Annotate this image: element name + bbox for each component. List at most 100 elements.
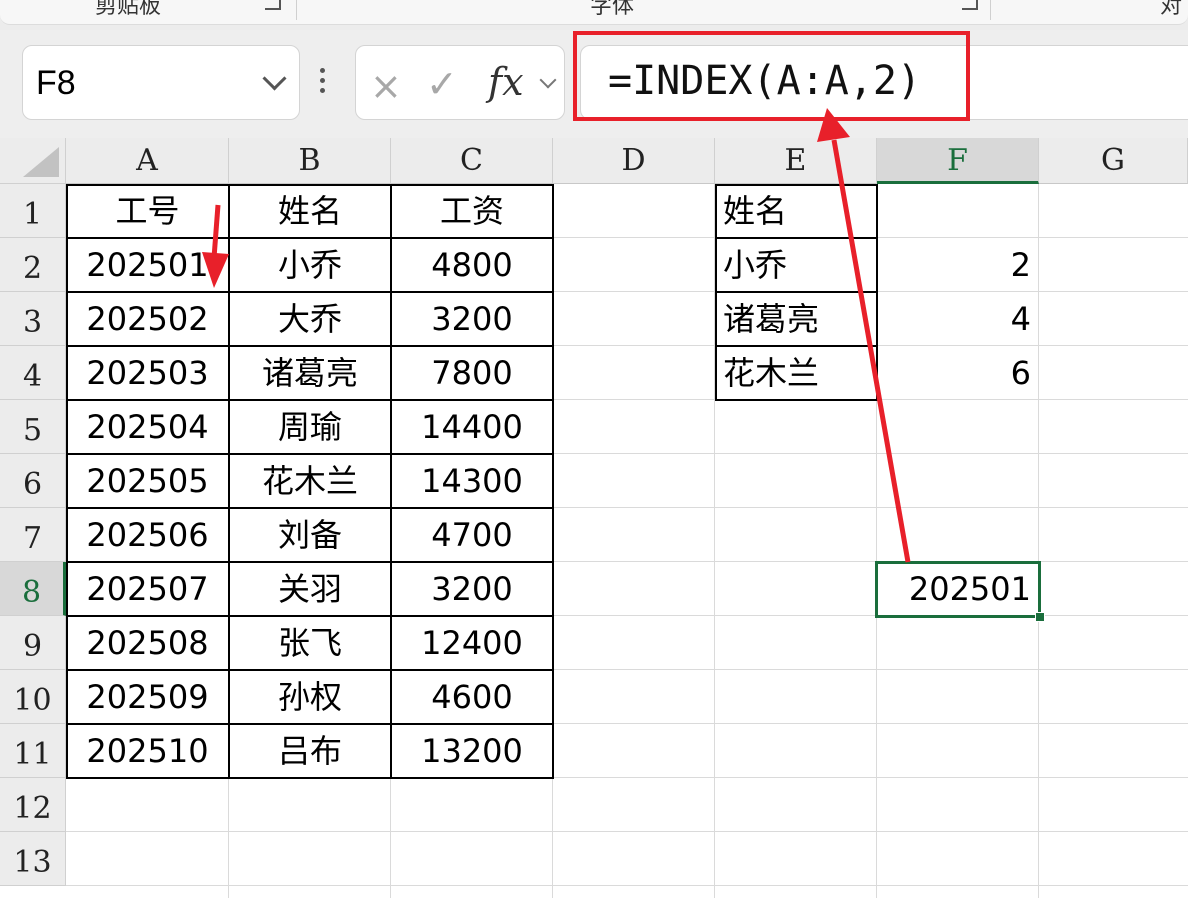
row-header-6[interactable]: 6 [0, 454, 66, 508]
ribbon-group-clipboard[interactable]: 剪贴板 [95, 0, 161, 20]
row-header-7[interactable]: 7 [0, 508, 66, 562]
clipboard-launcher-icon[interactable] [265, 0, 281, 10]
table-border [66, 345, 554, 347]
table-border [66, 399, 554, 401]
cell-a9[interactable]: 202508 [66, 616, 229, 670]
cell-c9[interactable]: 12400 [391, 616, 553, 670]
column-header-c[interactable]: C [391, 138, 553, 184]
ribbon-separator [990, 0, 991, 20]
cell-c1[interactable]: 工资 [391, 184, 553, 238]
table-border [66, 723, 554, 725]
table-border [66, 291, 554, 293]
column-header-a[interactable]: A [66, 138, 229, 184]
cell-c2[interactable]: 4800 [391, 238, 553, 292]
enter-icon[interactable]: ✓ [426, 62, 458, 106]
row-header-13[interactable]: 13 [0, 832, 66, 886]
drag-handle-icon[interactable] [320, 66, 326, 96]
gridline [66, 885, 1188, 886]
row-header-4[interactable]: 4 [0, 346, 66, 400]
formula-controls: × ✓ fx [355, 45, 565, 120]
cancel-icon[interactable]: × [370, 64, 402, 108]
select-all-button[interactable] [0, 138, 66, 184]
cell-b3[interactable]: 大乔 [229, 292, 391, 346]
cell-c4[interactable]: 7800 [391, 346, 553, 400]
cell-f4[interactable]: 6 [877, 346, 1039, 400]
row-header-10[interactable]: 10 [0, 670, 66, 724]
cell-a11[interactable]: 202510 [66, 724, 229, 778]
chevron-down-icon[interactable] [262, 66, 287, 91]
formula-highlight-box [573, 31, 970, 121]
lookup-table-border [715, 291, 878, 293]
row-header-11[interactable]: 11 [0, 724, 66, 778]
ribbon-separator [296, 0, 297, 20]
cell-a5[interactable]: 202504 [66, 400, 229, 454]
name-box[interactable]: F8 [22, 45, 300, 120]
ribbon-panel: 剪贴板 字体 对 [0, 0, 1188, 25]
cell-b7[interactable]: 刘备 [229, 508, 391, 562]
ribbon-group-alignment[interactable]: 对 [1160, 0, 1182, 20]
active-cell-border [875, 561, 1041, 618]
column-header-g[interactable]: G [1039, 138, 1188, 184]
cell-a1[interactable]: 工号 [66, 184, 229, 238]
ribbon-group-font[interactable]: 字体 [590, 0, 634, 20]
table-border [66, 615, 554, 617]
row-header-2[interactable]: 2 [0, 238, 66, 292]
row-header-3[interactable]: 3 [0, 292, 66, 346]
table-border [390, 184, 392, 779]
cell-b2[interactable]: 小乔 [229, 238, 391, 292]
row-header-5[interactable]: 5 [0, 400, 66, 454]
table-border [66, 237, 554, 239]
table-border [66, 453, 554, 455]
cell-a4[interactable]: 202503 [66, 346, 229, 400]
cell-b11[interactable]: 吕布 [229, 724, 391, 778]
insert-function-icon[interactable]: fx [488, 60, 524, 104]
cell-e1[interactable]: 姓名 [715, 184, 877, 238]
cell-a6[interactable]: 202505 [66, 454, 229, 508]
cell-c8[interactable]: 3200 [391, 562, 553, 616]
cell-c7[interactable]: 4700 [391, 508, 553, 562]
name-box-value: F8 [36, 64, 76, 102]
fill-handle[interactable] [1035, 612, 1045, 622]
spreadsheet-grid[interactable]: A B C D E F G 1 2 3 4 5 6 7 8 9 10 11 12… [0, 138, 1188, 898]
cell-b10[interactable]: 孙权 [229, 670, 391, 724]
cell-e4[interactable]: 花木兰 [715, 346, 877, 400]
font-launcher-icon[interactable] [962, 0, 978, 10]
cell-c10[interactable]: 4600 [391, 670, 553, 724]
row-header-1[interactable]: 1 [0, 184, 66, 238]
cell-b9[interactable]: 张飞 [229, 616, 391, 670]
table-border [66, 669, 554, 671]
cell-a8[interactable]: 202507 [66, 562, 229, 616]
cell-c6[interactable]: 14300 [391, 454, 553, 508]
cell-b8[interactable]: 关羽 [229, 562, 391, 616]
ribbon: 剪贴板 字体 对 [0, 0, 1188, 30]
table-border [66, 561, 554, 563]
lookup-table-border [715, 237, 878, 239]
cell-c3[interactable]: 3200 [391, 292, 553, 346]
cell-a7[interactable]: 202506 [66, 508, 229, 562]
cell-e2[interactable]: 小乔 [715, 238, 877, 292]
row-header-8[interactable]: 8 [0, 562, 66, 616]
column-header-e[interactable]: E [715, 138, 877, 184]
cell-a10[interactable]: 202509 [66, 670, 229, 724]
cell-b5[interactable]: 周瑜 [229, 400, 391, 454]
cell-a3[interactable]: 202502 [66, 292, 229, 346]
cell-b1[interactable]: 姓名 [229, 184, 391, 238]
table-border [66, 507, 554, 509]
cell-c5[interactable]: 14400 [391, 400, 553, 454]
row-header-9[interactable]: 9 [0, 616, 66, 670]
cell-f2[interactable]: 2 [877, 238, 1039, 292]
column-header-b[interactable]: B [229, 138, 391, 184]
cell-b6[interactable]: 花木兰 [229, 454, 391, 508]
lookup-table-border [715, 345, 878, 347]
cell-a2[interactable]: 202501 [66, 238, 229, 292]
table-border [228, 184, 230, 779]
column-header-f[interactable]: F [877, 138, 1039, 184]
row-header-12[interactable]: 12 [0, 778, 66, 832]
chevron-down-icon[interactable] [539, 71, 557, 89]
cell-f3[interactable]: 4 [877, 292, 1039, 346]
column-header-d[interactable]: D [553, 138, 715, 184]
gridline [66, 831, 1188, 832]
cell-c11[interactable]: 13200 [391, 724, 553, 778]
cell-b4[interactable]: 诸葛亮 [229, 346, 391, 400]
cell-e3[interactable]: 诸葛亮 [715, 292, 877, 346]
